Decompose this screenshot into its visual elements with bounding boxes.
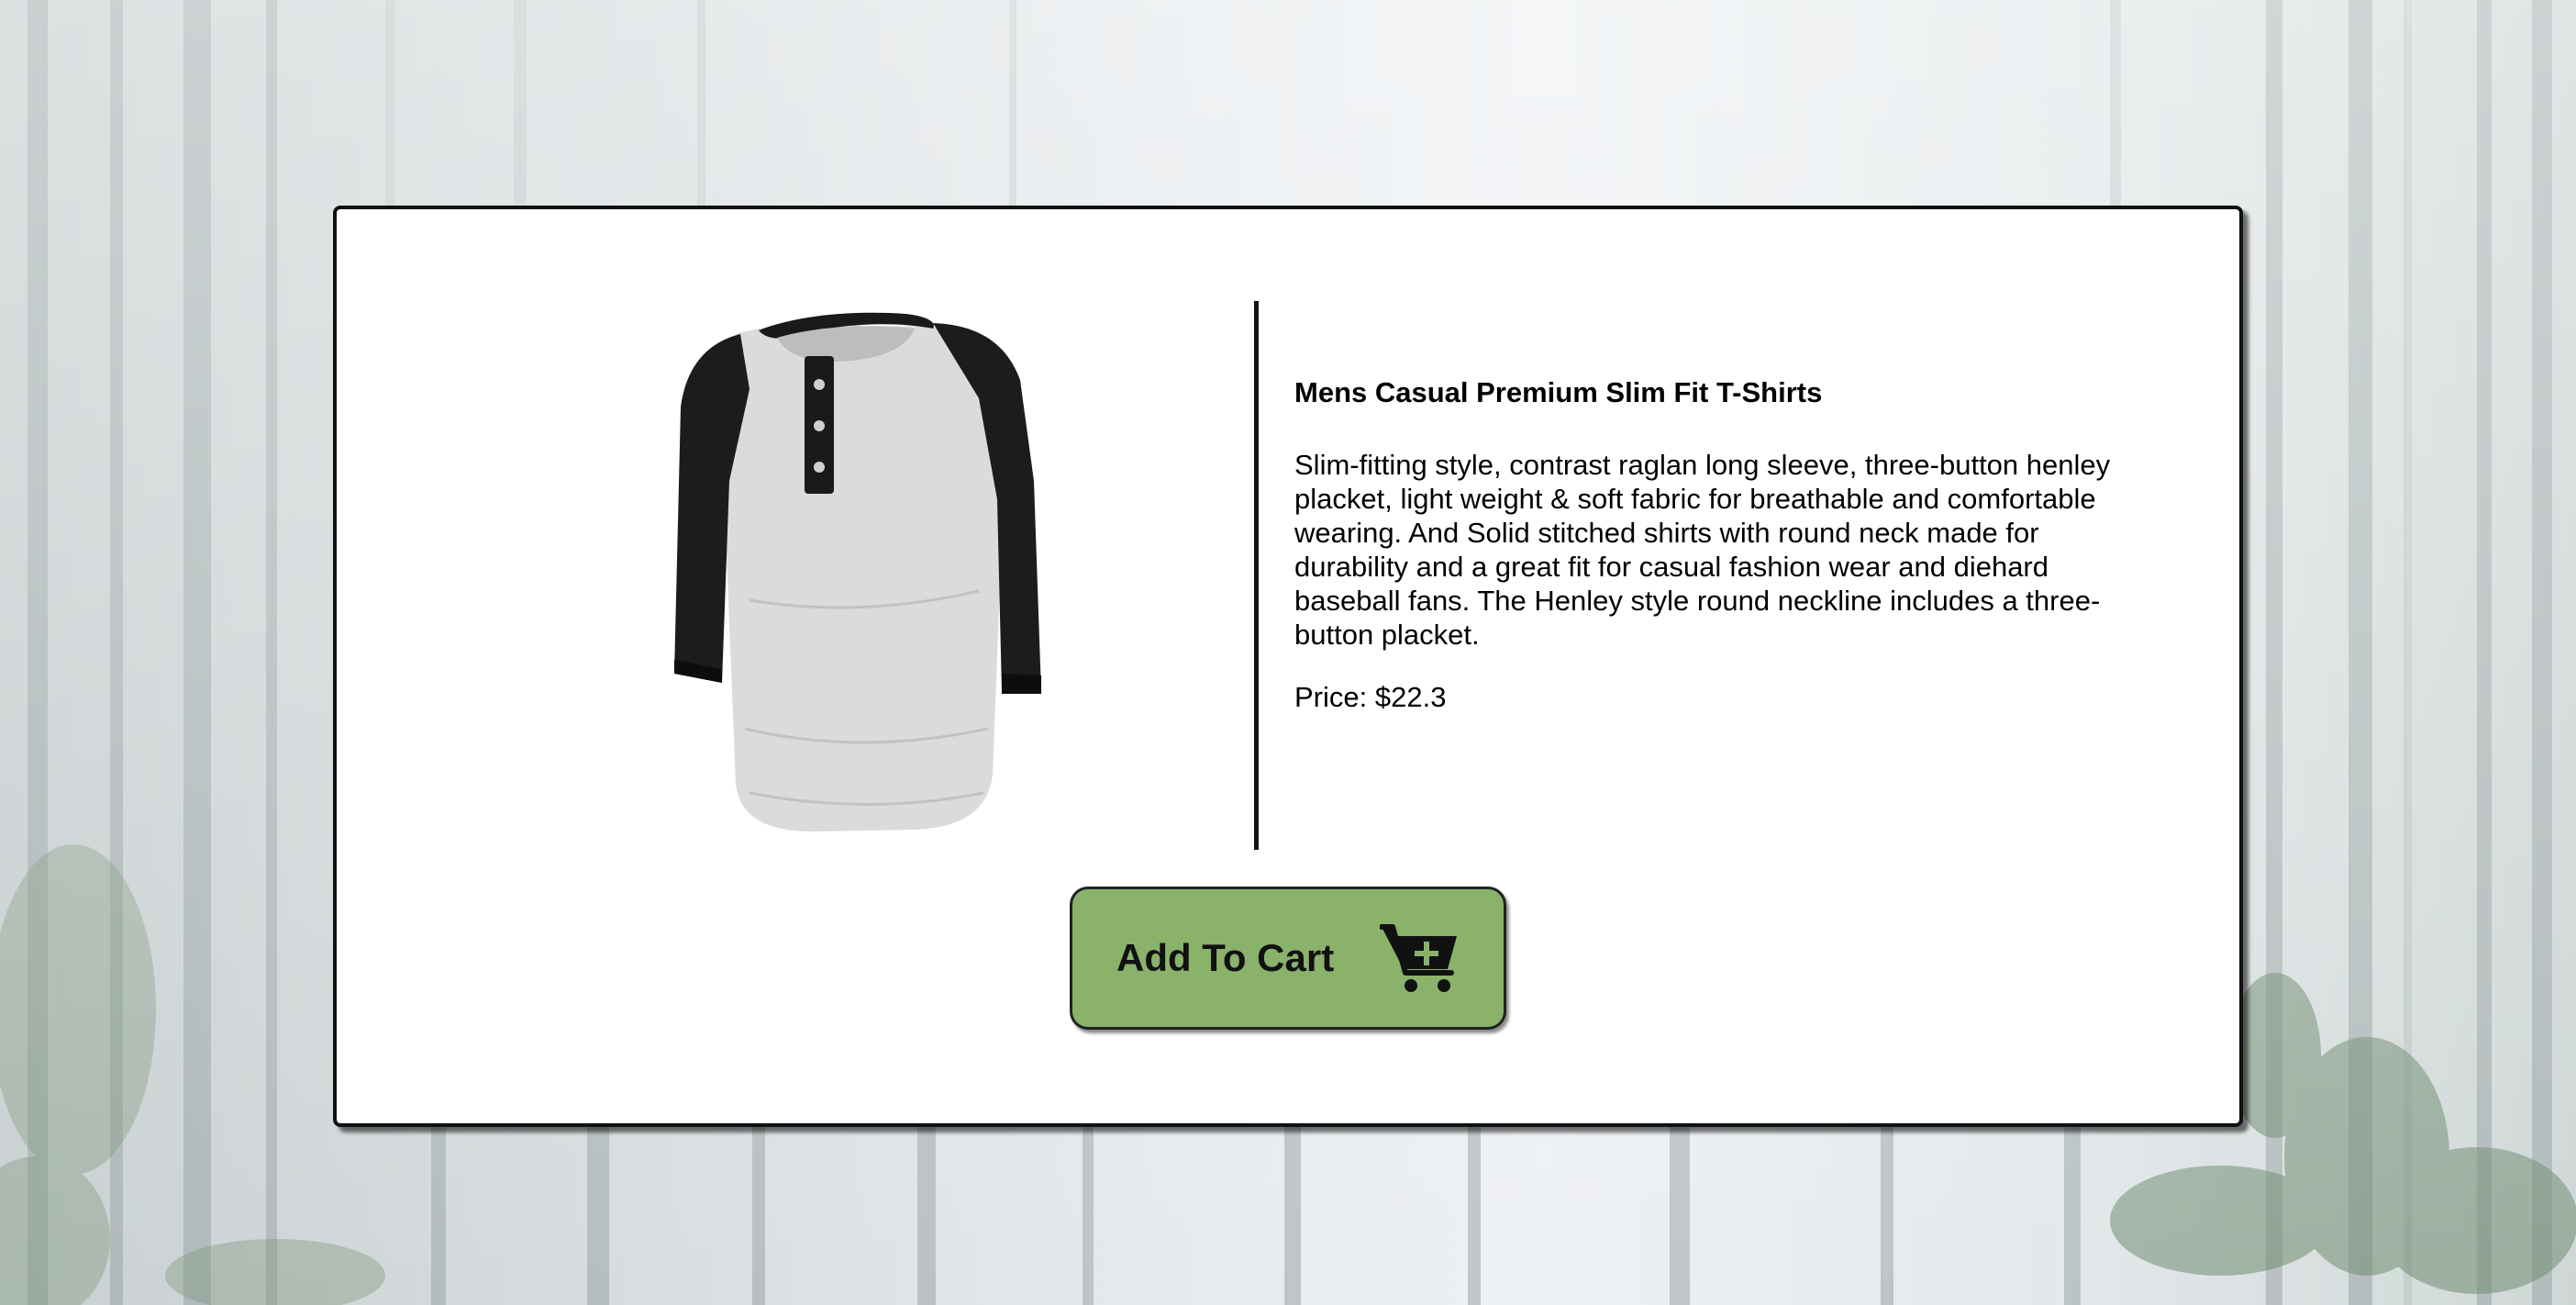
add-to-cart-button[interactable]: Add To Cart xyxy=(1070,887,1506,1030)
product-price: Price: $22.3 xyxy=(1294,681,1447,713)
product-description: Slim-fitting style, contrast raglan long… xyxy=(1294,449,2111,651)
product-card: Mens Casual Premium Slim Fit T-Shirts Sl… xyxy=(333,206,2243,1127)
product-title: Mens Casual Premium Slim Fit T-Shirts xyxy=(1294,376,1823,408)
product-info: Mens Casual Premium Slim Fit T-Shirts Sl… xyxy=(1294,374,2138,716)
henley-tshirt-image xyxy=(674,312,1041,831)
cart-plus-icon xyxy=(1380,924,1457,992)
vertical-divider xyxy=(1254,301,1259,850)
add-to-cart-label: Add To Cart xyxy=(1116,936,1335,979)
